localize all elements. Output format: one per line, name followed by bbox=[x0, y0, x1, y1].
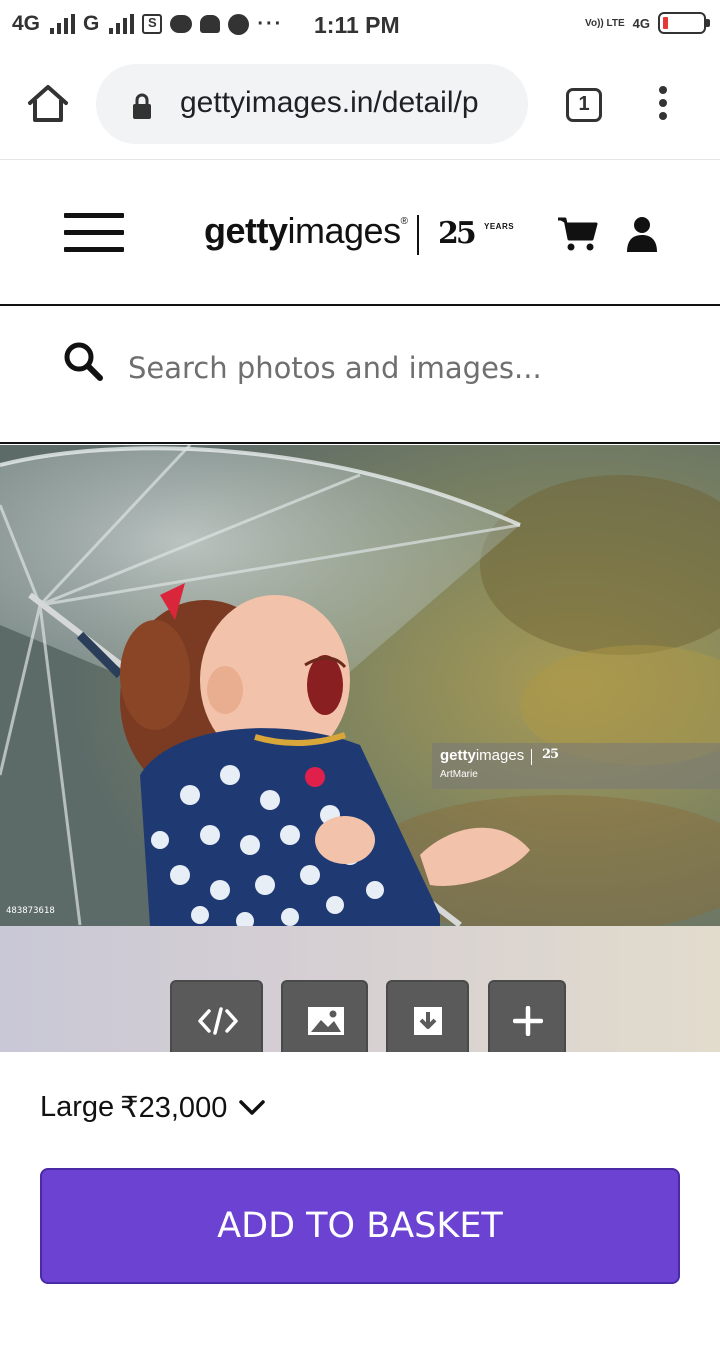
image-id: 483873618 bbox=[6, 906, 55, 916]
message-icon bbox=[170, 15, 193, 33]
size-price-select[interactable]: Large ₹23,000 bbox=[40, 1090, 266, 1125]
logo-divider bbox=[417, 215, 419, 255]
home-icon[interactable] bbox=[26, 82, 70, 126]
search-icon[interactable] bbox=[62, 340, 104, 382]
url-text: gettyimages.in/detail/p bbox=[180, 86, 479, 119]
hamburger-menu-icon[interactable] bbox=[64, 213, 124, 253]
battery-icon bbox=[658, 12, 710, 34]
status-bar-left: 4G G S ··· bbox=[12, 12, 283, 36]
purchase-panel: Large ₹23,000 ADD TO BASKET bbox=[0, 1052, 720, 1356]
clock: 1:11 PM bbox=[314, 12, 400, 38]
photo-illustration bbox=[0, 445, 720, 926]
speed-icon bbox=[228, 13, 250, 35]
browser-menu-icon[interactable] bbox=[656, 86, 670, 126]
volte-icon: Vo)) LTE bbox=[585, 17, 625, 29]
watermark-years: 25 bbox=[542, 747, 559, 762]
tab-switcher-button[interactable]: 1 bbox=[566, 88, 602, 122]
network-type-label-3: 4G bbox=[632, 15, 650, 31]
add-to-basket-button[interactable]: ADD TO BASKET bbox=[40, 1168, 680, 1284]
address-bar[interactable]: gettyimages.in/detail/p bbox=[96, 64, 528, 144]
signal-strength-icon bbox=[50, 14, 76, 34]
plus-icon bbox=[513, 1006, 543, 1036]
image-icon bbox=[308, 1007, 344, 1035]
search-area bbox=[0, 306, 720, 444]
download-icon bbox=[414, 1007, 442, 1035]
site-header: gettyimages® 25 YEARS bbox=[0, 160, 720, 306]
signal-strength-icon-2 bbox=[109, 14, 135, 34]
user-account-icon[interactable] bbox=[626, 216, 658, 252]
lock-icon bbox=[133, 93, 151, 119]
comp-image-button[interactable] bbox=[281, 980, 368, 1060]
cart-icon[interactable] bbox=[556, 216, 598, 252]
more-notifications-icon: ··· bbox=[257, 12, 284, 35]
hero-photo[interactable]: gettyimages 25 ArtMarie 483873618 bbox=[0, 445, 720, 926]
years-number: 25 bbox=[438, 216, 477, 251]
embed-code-icon bbox=[198, 1007, 238, 1035]
add-to-board-button[interactable] bbox=[488, 980, 566, 1060]
browser-toolbar: gettyimages.in/detail/p 1 bbox=[0, 50, 720, 160]
gettyimages-logo[interactable]: gettyimages® bbox=[204, 210, 408, 252]
watermark-logo: gettyimages bbox=[440, 747, 525, 764]
image-tools-bar bbox=[0, 926, 720, 1060]
network-type-label: 4G bbox=[12, 12, 41, 35]
android-icon bbox=[200, 15, 221, 33]
download-button[interactable] bbox=[386, 980, 469, 1060]
size-label: Large bbox=[40, 1091, 115, 1123]
status-bar: 4G G S ··· 1:11 PM Vo)) LTE 4G bbox=[0, 0, 720, 50]
embed-button[interactable] bbox=[170, 980, 263, 1060]
network-type-label-2: G bbox=[83, 12, 100, 35]
price-label: ₹23,000 bbox=[120, 1092, 228, 1124]
photo-credit: ArtMarie bbox=[440, 769, 478, 780]
watermark-divider bbox=[531, 749, 532, 765]
sim-icon: S bbox=[142, 14, 163, 34]
25-years-badge: 25 YEARS bbox=[438, 216, 514, 251]
status-bar-right: Vo)) LTE 4G bbox=[585, 12, 710, 34]
years-label: YEARS bbox=[484, 222, 515, 231]
search-input[interactable] bbox=[128, 346, 688, 390]
watermark-banner: gettyimages 25 ArtMarie bbox=[432, 743, 720, 789]
chevron-down-icon bbox=[239, 1099, 266, 1115]
